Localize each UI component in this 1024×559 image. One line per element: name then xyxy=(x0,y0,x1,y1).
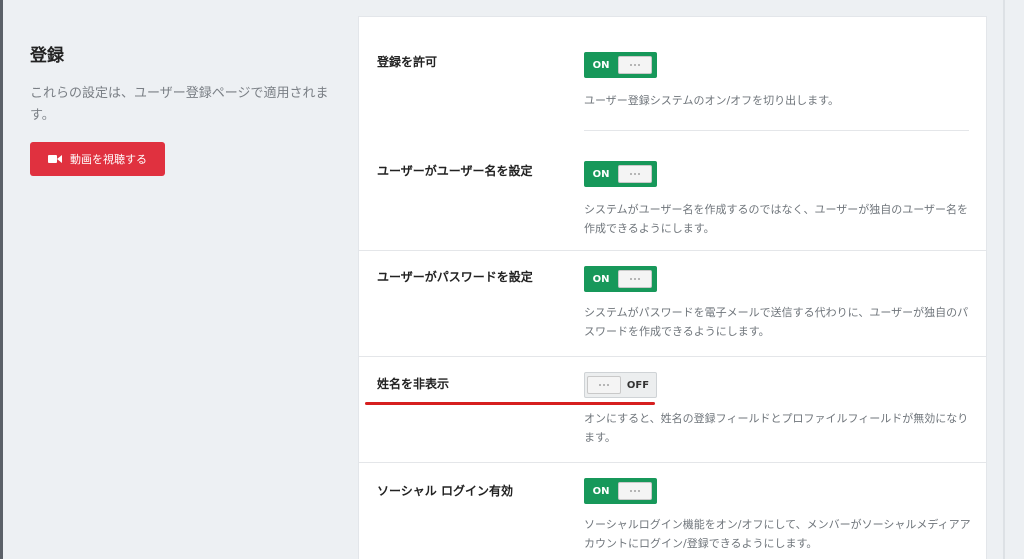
watch-video-button[interactable]: 動画を視聴する xyxy=(30,142,165,176)
watch-video-label: 動画を視聴する xyxy=(70,153,147,166)
toggle-knob xyxy=(618,165,652,183)
settings-card: 登録を許可 ON ユーザー登録システムのオン/オフを切り出します。 ユーザーがユ… xyxy=(358,16,987,559)
video-camera-icon xyxy=(48,154,62,164)
setting-label: ユーザーがユーザー名を設定 xyxy=(377,164,533,178)
setting-row-social-login: ソーシャル ログイン有効 ON ソーシャルログイン機能をオン/オフにして、メンバ… xyxy=(359,463,986,559)
toggle-user-sets-password[interactable]: ON xyxy=(584,266,657,292)
section-description: これらの設定は、ユーザー登録ページで適用されます。 xyxy=(30,86,329,123)
setting-description: システムがユーザー名を作成するのではなく、ユーザーが独自のユーザー名を作成できる… xyxy=(584,203,969,235)
setting-label: ユーザーがパスワードを設定 xyxy=(377,270,533,284)
setting-description: ソーシャルログイン機能をオン/オフにして、メンバーがソーシャルメディアアカウント… xyxy=(584,518,971,550)
section-title: 登録 xyxy=(30,46,64,66)
red-underline-annotation xyxy=(365,402,655,405)
setting-label: 姓名を非表示 xyxy=(377,377,450,391)
setting-label: ソーシャル ログイン有効 xyxy=(377,484,513,498)
toggle-state-label: ON xyxy=(592,59,610,71)
section-sidebar: 登録 これらの設定は、ユーザー登録ページで適用されます。 動画を視聴する xyxy=(3,0,358,559)
toggle-knob xyxy=(618,482,652,500)
setting-row-allow-registration: 登録を許可 ON ユーザー登録システムのオン/オフを切り出します。 xyxy=(359,17,986,131)
toggle-knob xyxy=(618,270,652,288)
toggle-state-label: ON xyxy=(592,485,610,497)
setting-description: システムがパスワードを電子メールで送信する代わりに、ユーザーが独自のパスワードを… xyxy=(584,306,969,338)
toggle-state-label: ON xyxy=(592,168,610,180)
toggle-knob xyxy=(587,376,621,394)
setting-row-user-sets-password: ユーザーがパスワードを設定 ON システムがパスワードを電子メールで送信する代わ… xyxy=(359,251,986,357)
setting-row-hide-full-name: 姓名を非表示 OFF オンにすると、姓名の登録フィールドとプロファイルフィールド… xyxy=(359,357,986,463)
setting-label: 登録を許可 xyxy=(377,55,438,69)
right-gutter xyxy=(1003,0,1005,559)
toggle-allow-registration[interactable]: ON xyxy=(584,52,657,78)
toggle-social-login[interactable]: ON xyxy=(584,478,657,504)
toggle-state-label: ON xyxy=(592,273,610,285)
setting-description: ユーザー登録システムのオン/オフを切り出します。 xyxy=(584,94,840,107)
toggle-user-sets-username[interactable]: ON xyxy=(584,161,657,187)
toggle-hide-full-name[interactable]: OFF xyxy=(584,372,657,398)
setting-description: オンにすると、姓名の登録フィールドとプロファイルフィールドが無効になります。 xyxy=(584,412,969,444)
toggle-state-label: OFF xyxy=(626,379,650,391)
setting-row-user-sets-username: ユーザーがユーザー名を設定 ON システムがユーザー名を作成するのではなく、ユー… xyxy=(359,131,986,251)
toggle-knob xyxy=(618,56,652,74)
